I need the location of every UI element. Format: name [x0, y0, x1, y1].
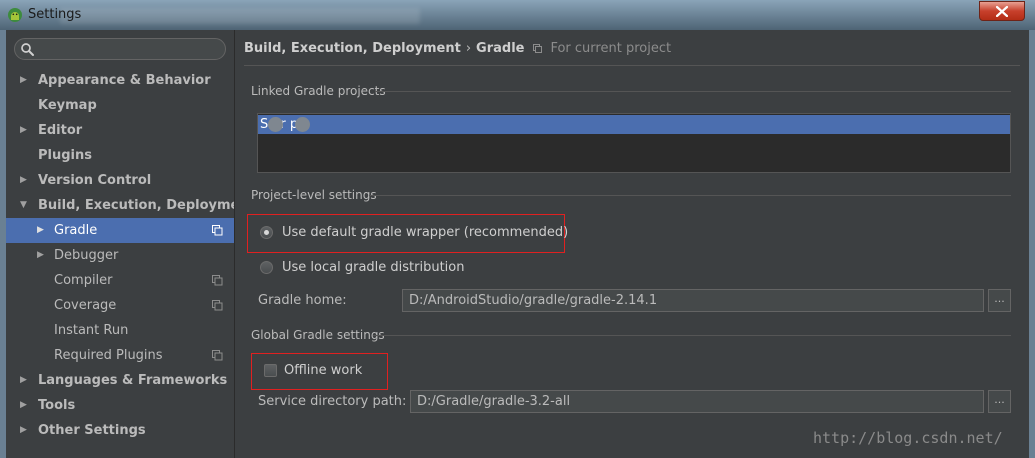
scope-label: For current project [550, 41, 672, 56]
offline-work-label: Offline work [284, 363, 363, 378]
android-icon [8, 8, 22, 22]
window-frame-right [1029, 30, 1035, 458]
service-directory-browse-button[interactable]: ... [988, 390, 1011, 413]
sidebar-item-label: Instant Run [54, 323, 129, 338]
project-scope-icon [212, 300, 223, 311]
gradle-home-browse-button[interactable]: ... [988, 289, 1011, 312]
offline-work-option[interactable]: Offline work [264, 363, 384, 379]
sidebar-item-label: Gradle [54, 223, 98, 238]
global-settings-title: Global Gradle settings [251, 328, 385, 342]
expand-arrow-icon[interactable]: ▶ [20, 393, 27, 418]
sidebar-item-label: Languages & Frameworks [38, 373, 228, 388]
collapse-arrow-icon[interactable]: ▼ [20, 193, 27, 218]
close-button[interactable] [979, 1, 1025, 21]
settings-tree: ▶ Appearance & Behavior Keymap ▶ Editor Plugi… [6, 68, 255, 443]
breadcrumb-separator: › [465, 41, 472, 56]
sidebar-item-other-settings[interactable]: ▶ Other Settings [6, 418, 234, 443]
linked-projects-title: Linked Gradle projects [251, 84, 386, 98]
watermark: http://blog.csdn.net/ [813, 429, 1003, 447]
breadcrumb: Build, Execution, Deployment › Gradle For c… [244, 41, 671, 56]
service-directory-field[interactable]: D:/Gradle/gradle-3.2-all [410, 390, 984, 413]
breadcrumb-current: Gradle [476, 41, 525, 56]
sidebar-item-label: Coverage [54, 298, 117, 313]
sidebar-item-label: Build, Execution, Deployment [38, 198, 255, 213]
section-divider [373, 335, 1011, 336]
sidebar-item-appearance-behavior[interactable]: ▶ Appearance & Behavior [6, 68, 234, 93]
gradle-settings-panel: Build, Execution, Deployment › Gradle For c… [235, 30, 1029, 458]
gradle-home-label: Gradle home: [258, 293, 347, 308]
search-icon [21, 43, 34, 56]
expand-arrow-icon[interactable]: ▶ [20, 418, 27, 443]
offline-work-checkbox[interactable] [264, 364, 277, 377]
section-divider [369, 195, 1011, 196]
project-scope-icon [212, 275, 223, 286]
sidebar-item-gradle[interactable]: ▶ Gradle [6, 218, 234, 243]
project-scope-icon [212, 350, 223, 361]
local-distribution-label: Use local gradle distribution [282, 260, 465, 275]
sidebar-item-label: Editor [38, 123, 83, 138]
sidebar-item-version-control[interactable]: ▶ Version Control [6, 168, 234, 193]
sidebar-item-coverage[interactable]: Coverage [6, 293, 234, 318]
project-scope-icon [212, 225, 223, 236]
default-wrapper-label: Use default gradle wrapper (recommended) [282, 225, 569, 240]
search-input[interactable] [14, 38, 226, 60]
expand-arrow-icon[interactable]: ▶ [20, 118, 27, 143]
title-bar: Settings [0, 0, 1035, 30]
sidebar-item-instant-run[interactable]: Instant Run [6, 318, 234, 343]
sidebar-item-label: Keymap [38, 98, 97, 113]
sidebar-item-plugins[interactable]: Plugins [6, 143, 234, 168]
linked-projects-list[interactable]: S er ps [257, 113, 1011, 173]
project-level-title: Project-level settings [251, 188, 377, 202]
sidebar-item-keymap[interactable]: Keymap [6, 93, 234, 118]
sidebar-item-label: Plugins [38, 148, 92, 163]
sidebar-item-label: Compiler [54, 273, 113, 288]
sidebar-item-label: Version Control [38, 173, 152, 188]
expand-arrow-icon[interactable]: ▶ [37, 218, 44, 243]
sidebar-item-debugger[interactable]: ▶ Debugger [6, 243, 234, 268]
gradle-home-field[interactable]: D:/AndroidStudio/gradle/gradle-2.14.1 [402, 289, 984, 312]
service-directory-label: Service directory path: [258, 394, 407, 409]
linked-project-item[interactable]: S er ps [258, 115, 1010, 134]
sidebar-item-tools[interactable]: ▶ Tools [6, 393, 234, 418]
blurred-menu-ghost [60, 8, 420, 24]
sidebar-item-required-plugins[interactable]: Required Plugins [6, 343, 234, 368]
sidebar-item-compiler[interactable]: Compiler [6, 268, 234, 293]
sidebar-item-label: Debugger [54, 248, 119, 263]
sidebar-item-languages-frameworks[interactable]: ▶ Languages & Frameworks [6, 368, 234, 393]
breadcrumb-parent: Build, Execution, Deployment [244, 41, 461, 56]
sidebar-item-label: Required Plugins [54, 348, 163, 363]
expand-arrow-icon[interactable]: ▶ [37, 243, 44, 268]
project-scope-icon [533, 44, 543, 53]
close-icon [996, 6, 1008, 17]
window-title: Settings [28, 7, 82, 22]
default-wrapper-radio[interactable] [260, 226, 273, 239]
expand-arrow-icon[interactable]: ▶ [20, 368, 27, 393]
local-distribution-option[interactable]: Use local gradle distribution [260, 260, 560, 276]
sidebar-item-label: Appearance & Behavior [38, 73, 211, 88]
local-distribution-radio[interactable] [260, 261, 273, 274]
sidebar-item-label: Other Settings [38, 423, 146, 438]
default-wrapper-option[interactable]: Use default gradle wrapper (recommended) [260, 225, 568, 241]
expand-arrow-icon[interactable]: ▶ [20, 168, 27, 193]
obscured-text-mark [295, 117, 310, 132]
obscured-text-mark [268, 117, 283, 132]
sidebar-item-build-execution-deployment[interactable]: ▼ Build, Execution, Deployment [6, 193, 255, 218]
settings-sidebar: ▶ Appearance & Behavior Keymap ▶ Editor Plugi… [6, 30, 255, 458]
sidebar-item-editor[interactable]: ▶ Editor [6, 118, 234, 143]
header-divider [244, 65, 1020, 66]
expand-arrow-icon[interactable]: ▶ [20, 68, 27, 93]
sidebar-item-label: Tools [38, 398, 76, 413]
section-divider [375, 91, 1011, 92]
